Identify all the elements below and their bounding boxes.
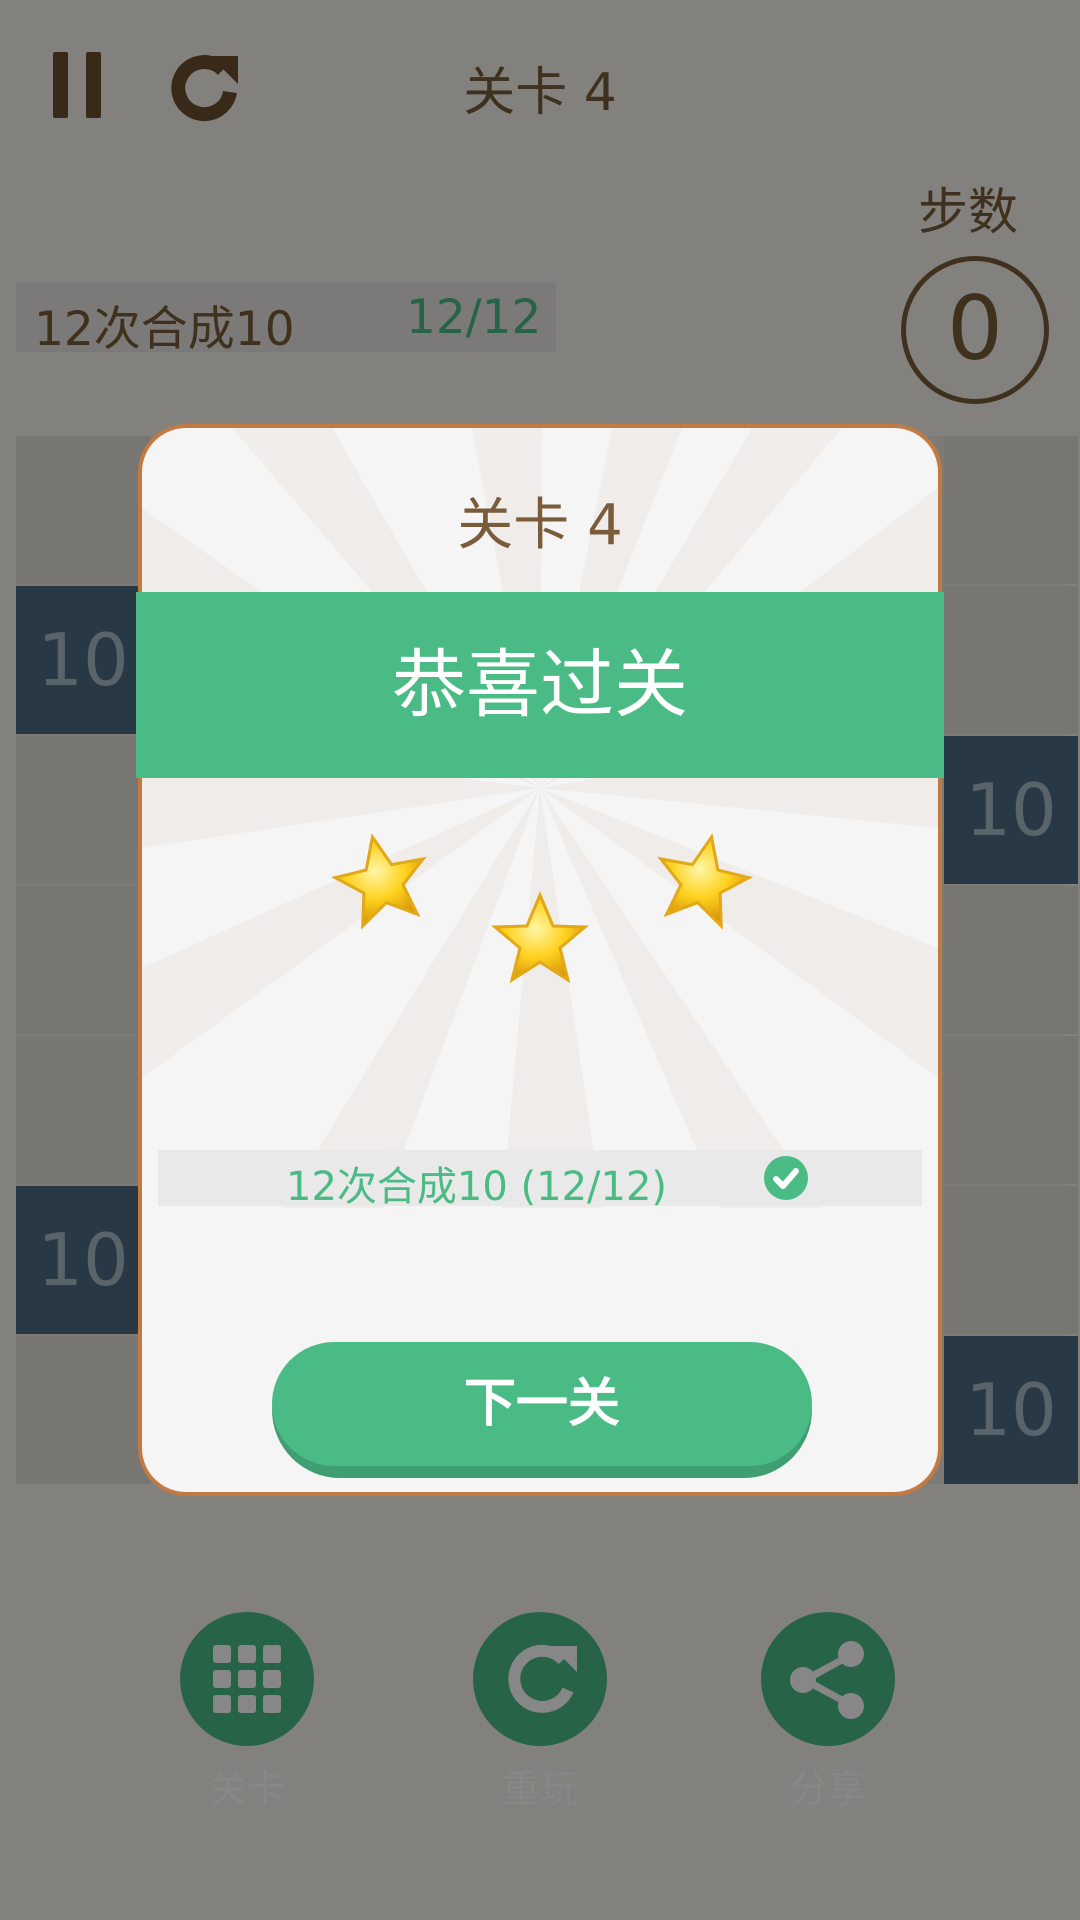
check-icon <box>773 1168 799 1189</box>
congrats-banner: 恭喜过关 <box>136 592 944 778</box>
star-icon <box>493 893 587 982</box>
next-level-button[interactable]: 下一关 <box>272 1342 812 1478</box>
goal-summary-row: 12次合成10 (12/12) <box>158 1150 922 1210</box>
next-level-label: 下一关 <box>272 1342 812 1466</box>
star-icon <box>326 826 436 932</box>
goal-complete-check-icon <box>764 1156 808 1200</box>
level-complete-dialog: 关卡 4 12次合成10 (12/12) 下一关 <box>138 424 942 1496</box>
star-icon <box>648 826 758 932</box>
goal-summary-text: 12次合成10 (12/12) <box>286 1164 667 1210</box>
stars <box>326 826 758 982</box>
